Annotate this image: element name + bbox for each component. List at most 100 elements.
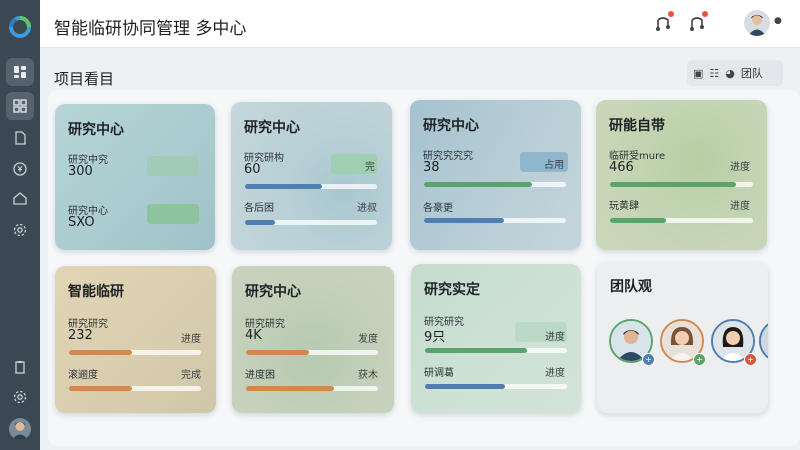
notifications-button[interactable] xyxy=(652,11,674,34)
progress-fill xyxy=(610,218,666,223)
card-title: 研究中心 xyxy=(245,284,301,300)
view-toolbar: ▣ ☷ ◕ 团队 xyxy=(687,60,783,86)
metric-value: 38 xyxy=(423,160,440,175)
role-badge: + xyxy=(642,353,655,366)
progress-track xyxy=(425,348,567,353)
progress-fill xyxy=(245,184,322,189)
nav-finance[interactable] xyxy=(6,155,34,183)
chevron-down-icon[interactable]: ● xyxy=(774,16,782,26)
metric-value: 60 xyxy=(244,162,261,177)
role-badge: + xyxy=(744,353,757,366)
progress-track xyxy=(425,384,567,389)
metric-label: 进度困 xyxy=(245,370,275,381)
card-title: 研能自带 xyxy=(609,118,665,134)
metric-tag: 进度 xyxy=(730,162,750,173)
progress-fill xyxy=(69,350,133,355)
progress-fill xyxy=(610,182,736,187)
progress-fill xyxy=(69,386,133,391)
metric-tag: 完成 xyxy=(181,370,201,381)
metric-tag: 进度 xyxy=(730,201,750,212)
progress-track xyxy=(69,386,201,391)
progress-fill xyxy=(425,384,505,389)
progress-fill xyxy=(246,386,335,391)
metric-label: 玩黄肆 xyxy=(609,201,639,212)
metric-tag: 进度 xyxy=(545,332,565,343)
progress-track xyxy=(610,182,753,187)
project-card[interactable]: 智能临研 研究研究 232 进度 滚逦度 完成 xyxy=(55,266,216,413)
nav-settings[interactable] xyxy=(6,216,34,244)
nav-documents[interactable] xyxy=(6,124,34,152)
projects-icon xyxy=(13,99,27,113)
metric-tag: 占用 xyxy=(544,160,564,171)
grid-view-icon[interactable]: ▣ xyxy=(693,67,703,80)
sidebar xyxy=(0,0,40,450)
metric-value: SXO xyxy=(68,215,95,230)
progress-track xyxy=(69,350,201,355)
nav-home[interactable] xyxy=(6,184,34,212)
messages-button[interactable] xyxy=(686,11,708,34)
metric-tag: 进叔 xyxy=(357,203,377,214)
notification-dot xyxy=(668,11,674,17)
metric-tag: 发度 xyxy=(358,334,378,345)
nav-dashboard[interactable] xyxy=(6,58,34,86)
team-icon[interactable]: ◕ xyxy=(725,67,735,80)
progress-track xyxy=(424,182,566,187)
metric-value: 466 xyxy=(609,160,634,175)
metric-value: 232 xyxy=(68,328,93,343)
metric-value: 4K xyxy=(245,328,262,343)
project-card[interactable]: 研究中心 研究中究 300 研究中心 SXO xyxy=(55,104,215,250)
team-member-avatar-partial[interactable] xyxy=(759,319,768,363)
nav-clipboard[interactable] xyxy=(6,353,34,381)
progress-track xyxy=(424,218,566,223)
message-dot xyxy=(702,11,708,17)
project-card[interactable]: 研能自带 临研受mure 466 进度 玩黄肆 进度 xyxy=(596,100,767,250)
section-title: 项目看目 xyxy=(54,70,115,88)
progress-track xyxy=(245,184,377,189)
progress-track xyxy=(610,218,753,223)
project-card[interactable]: 研究实定 研究研究 9只 进度 研调葛 进度 xyxy=(411,264,581,413)
finance-icon xyxy=(13,162,27,176)
home-icon xyxy=(13,192,27,205)
progress-track xyxy=(246,350,378,355)
card-title: 研究中心 xyxy=(68,122,124,138)
role-badge: + xyxy=(693,353,706,366)
progress-fill xyxy=(245,220,276,225)
clipboard-icon xyxy=(15,361,25,374)
header-avatar[interactable] xyxy=(744,10,770,36)
main-content: 项目看目 ▣ ☷ ◕ 团队 研究中心 研究中究 300 研究中心 SXO 研究中… xyxy=(40,48,800,450)
progress-fill xyxy=(424,218,504,223)
top-header: 智能临研协同管理 多中心 ● xyxy=(40,0,800,48)
metric-pill xyxy=(147,156,199,176)
team-card[interactable]: 团队观 + + + xyxy=(597,262,768,413)
gear-icon xyxy=(13,390,27,404)
project-card[interactable]: 研究中心 研究研构 60 完 各后困 进叔 xyxy=(231,102,392,250)
metric-label: 各后困 xyxy=(244,203,274,214)
card-title: 研究中心 xyxy=(244,120,300,136)
progress-fill xyxy=(246,350,310,355)
progress-fill xyxy=(424,182,532,187)
project-card[interactable]: 研究中心 研究研究 4K 发度 进度困 获木 xyxy=(232,266,394,413)
user-avatar[interactable] xyxy=(9,418,31,440)
metric-tag: 获木 xyxy=(358,370,378,381)
team-view-label[interactable]: 团队 xyxy=(741,65,763,81)
metric-pill xyxy=(147,204,199,224)
metric-tag: 完 xyxy=(365,162,375,173)
app-title: 智能临研协同管理 多中心 xyxy=(54,19,247,39)
dashboard-icon xyxy=(14,66,26,78)
logo-icon[interactable] xyxy=(6,13,34,41)
metric-value: 300 xyxy=(68,164,93,179)
list-view-icon[interactable]: ☷ xyxy=(709,67,719,80)
progress-track xyxy=(246,386,378,391)
card-title: 研究实定 xyxy=(424,282,480,298)
metric-label: 滚逦度 xyxy=(68,370,98,381)
nav-projects[interactable] xyxy=(6,92,34,120)
card-title: 研究中心 xyxy=(423,118,479,134)
progress-fill xyxy=(425,348,528,353)
project-card[interactable]: 研究中心 研究究究究 38 占用 各豪更 xyxy=(410,100,581,250)
metric-tag: 进度 xyxy=(181,334,201,345)
nav-gear[interactable] xyxy=(6,383,34,411)
progress-track xyxy=(245,220,377,225)
metric-value: 9只 xyxy=(424,330,446,345)
project-board: 研究中心 研究中究 300 研究中心 SXO 研究中心 研究研构 60 完 各后… xyxy=(48,90,800,446)
metric-tag: 进度 xyxy=(545,368,565,379)
